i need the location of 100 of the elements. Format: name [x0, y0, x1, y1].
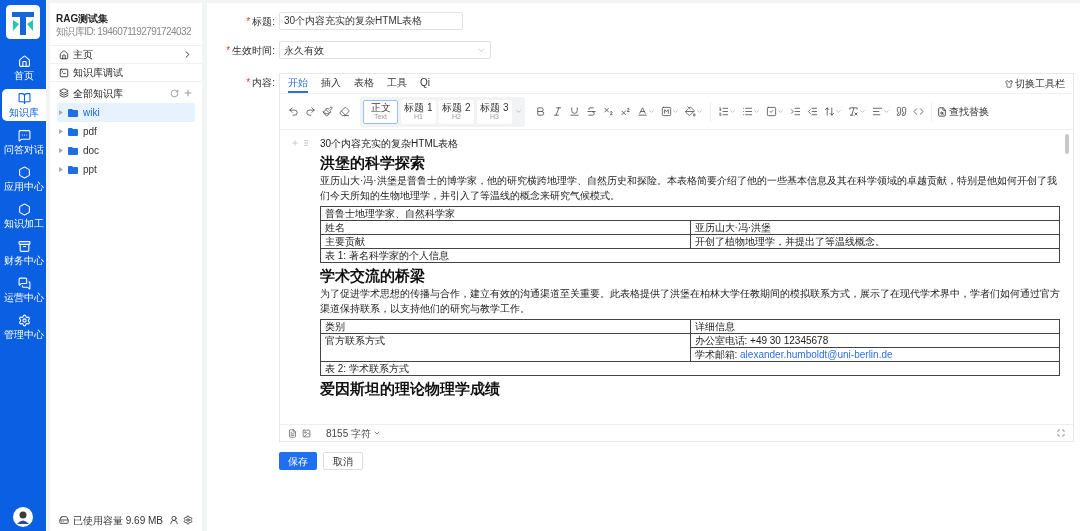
caret-icon: [859, 108, 866, 115]
find-icon: [937, 106, 947, 117]
folder-icon: [68, 146, 78, 155]
numbered-list-icon: [718, 106, 729, 117]
font-color-icon: [637, 106, 648, 117]
table-cell: 普鲁士地理学家、自然科学家: [320, 206, 1060, 221]
cancel-button[interactable]: 取消: [323, 452, 363, 470]
bold-icon: [535, 106, 546, 117]
field-label: 标题:: [252, 14, 275, 29]
nav-item[interactable]: 知识库调试: [50, 64, 202, 82]
checklist-icon: [766, 106, 777, 117]
caret-icon: [59, 129, 63, 134]
required-mark: *: [246, 14, 251, 29]
required-mark: *: [226, 43, 231, 58]
email-link[interactable]: alexander.humboldt@uni-berlin.de: [740, 349, 893, 360]
italic-icon: [552, 106, 563, 117]
line-height-icon: [824, 106, 835, 117]
table-cell: 表 2: 学术联系方式: [320, 361, 1060, 376]
rail-item[interactable]: 应用中心: [2, 163, 46, 195]
chat-icon: [17, 129, 31, 142]
find-replace-button[interactable]: 查找替换: [937, 104, 989, 119]
tree-item[interactable]: doc: [57, 141, 195, 160]
table-cell: 学术邮箱: alexander.humboldt@uni-berlin.de: [690, 347, 1060, 362]
storage-usage: 已使用容量 9.69 MB: [73, 513, 165, 528]
fullscreen-icon[interactable]: [1057, 429, 1065, 437]
word-count-button[interactable]: 8155 字符: [326, 425, 382, 441]
superscript-icon: [620, 106, 631, 117]
caret-icon: [753, 108, 760, 115]
settings-icon[interactable]: [183, 515, 193, 525]
table-cell: 开创了植物地理学，并提出了等温线概念。: [690, 234, 1060, 249]
input-field[interactable]: 30个内容充实的复杂HTML表格: [279, 12, 463, 30]
terminal-icon: [59, 67, 69, 78]
subscript-icon: [603, 106, 614, 117]
heading: 学术交流的桥梁: [320, 266, 426, 286]
rail-item[interactable]: 运营中心: [2, 274, 46, 306]
tree-item[interactable]: pdf: [57, 122, 195, 141]
text-format-icon: [848, 106, 859, 117]
indent-icon: [790, 106, 801, 117]
paragraph: 为了促进学术思想的传播与合作，建立有效的沟通渠道至关重要。此表格提供了洪堡在柏林大学任教期间的模拟联系方式，展示了在现代学术界中，学者们如何通过官方渠道保持联系，以支持他们的研究与教学工作。: [320, 287, 1060, 316]
field-label: 内容:: [252, 76, 275, 90]
caret-icon: [835, 108, 842, 115]
save-button[interactable]: 保存: [279, 452, 317, 470]
editor-tab[interactable]: Qi: [420, 74, 430, 93]
rail-item[interactable]: 知识库: [2, 89, 46, 121]
rail-item[interactable]: 问答对话: [2, 126, 46, 158]
drag-handle-icon[interactable]: [301, 139, 310, 147]
bullet-list-icon: [742, 106, 753, 117]
table-cell: 表 1: 著名科学家的个人信息: [320, 248, 1060, 263]
knowledge-base-name: RAG测试集: [56, 12, 110, 25]
paint-bucket-icon: [685, 106, 696, 117]
editor-tab[interactable]: 表格: [354, 74, 374, 93]
rail-item[interactable]: 知识加工: [2, 200, 46, 232]
logo-icon: [6, 5, 40, 39]
document-icon[interactable]: [288, 428, 297, 438]
boxed-letter-icon: [661, 106, 672, 117]
scrollbar[interactable]: [1065, 134, 1069, 154]
add-icon[interactable]: [183, 88, 193, 98]
table-cell: 办公室电话: +49 30 12345678: [690, 333, 1060, 348]
editor-tab[interactable]: 插入: [321, 74, 341, 93]
table-cell: 官方联系方式: [320, 333, 690, 362]
undo-icon: [288, 106, 299, 117]
paragraph: 亚历山大·冯·洪堡是普鲁士的博学家，他的研究横跨地理学、自然历史和探险。本表格简要介绍了他的一些基本信息及其在科学领域的卓越贡献，特别是他如何开创了我们今天所知的生物地理学，并引入了等温线的概念来研究气候模式。: [320, 174, 1058, 203]
shirt-icon: [1005, 79, 1013, 88]
caret-icon: [59, 167, 63, 172]
caret-icon: [672, 108, 679, 115]
underline-icon: [569, 106, 580, 117]
table-cell: 姓名: [320, 220, 690, 235]
nav-item[interactable]: 主页: [50, 46, 202, 64]
table-cell: 类别: [320, 319, 690, 334]
storage-icon: [59, 515, 69, 525]
refresh-icon[interactable]: [170, 88, 179, 98]
hexagon-icon: [17, 203, 31, 216]
editor-tab[interactable]: 工具: [387, 74, 407, 93]
caret-icon: [729, 108, 736, 115]
select-field[interactable]: 永久有效: [279, 41, 491, 59]
caret-icon: [59, 148, 63, 153]
folder-icon: [68, 165, 78, 174]
user-icon[interactable]: [169, 515, 179, 525]
editor-tab[interactable]: 开始: [288, 74, 308, 93]
caret-icon: [648, 108, 655, 115]
code-icon: [913, 106, 924, 117]
settings-icon: [17, 314, 31, 327]
tree-item[interactable]: wiki: [57, 103, 195, 122]
caret-icon: [59, 110, 63, 115]
rail-item[interactable]: 首页: [2, 52, 46, 84]
chat-icon: [17, 277, 31, 290]
strikethrough-icon: [586, 106, 597, 117]
avatar[interactable]: [13, 507, 33, 527]
home-icon: [59, 49, 69, 60]
rail-item[interactable]: 财务中心: [2, 237, 46, 269]
book-icon: [17, 92, 31, 105]
field-label: 生效时间:: [232, 43, 275, 58]
toggle-toolbar-button[interactable]: 切换工具栏: [1005, 76, 1065, 91]
eraser-icon: [339, 106, 350, 117]
caret-icon: [777, 108, 784, 115]
rail-item[interactable]: 管理中心: [2, 311, 46, 343]
tree-item[interactable]: ppt: [57, 160, 195, 179]
home-icon: [17, 55, 31, 68]
layers-icon: [59, 88, 69, 98]
image-icon[interactable]: [302, 428, 311, 438]
